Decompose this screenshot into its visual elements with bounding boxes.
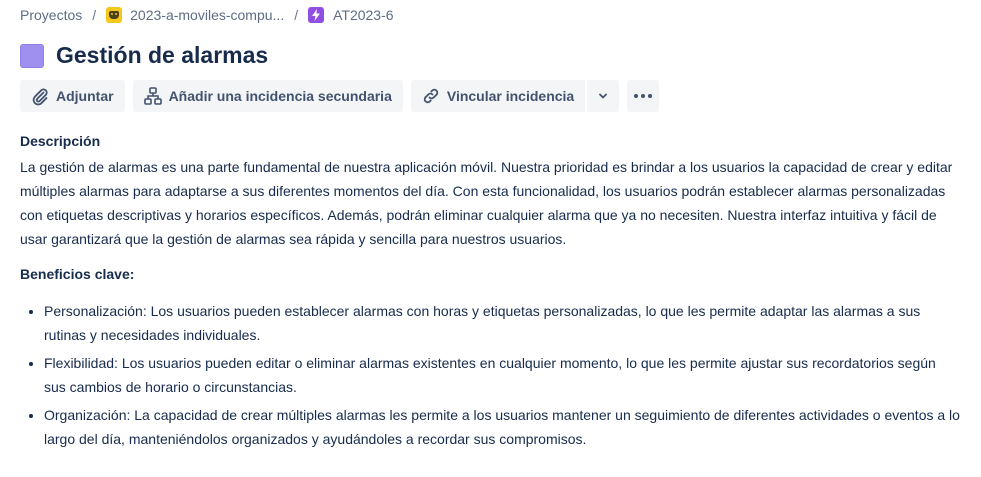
issue-header: Gestión de alarmas [20, 42, 268, 69]
project-avatar-icon [106, 7, 123, 23]
link-issue-split-button: Vincular incidencia [410, 80, 620, 112]
list-item: Personalización: Los usuarios pueden est… [44, 299, 960, 347]
page-title[interactable]: Gestión de alarmas [56, 42, 268, 69]
link-issue-label: Vincular incidencia [446, 88, 575, 104]
more-horizontal-icon [634, 94, 653, 98]
breadcrumb: Proyectos / 2023-a-moviles-compu... / AT… [20, 4, 394, 26]
benefits-list: Personalización: Los usuarios pueden est… [20, 299, 960, 455]
breadcrumb-issue-key[interactable]: AT2023-6 [333, 7, 393, 23]
issue-toolbar: Adjuntar Añadir una incidencia secundari… [20, 80, 660, 112]
issue-type-swatch [20, 43, 44, 68]
description-text[interactable]: La gestión de alarmas es una parte funda… [20, 155, 960, 251]
attach-button[interactable]: Adjuntar [20, 80, 125, 112]
hierarchy-icon [143, 87, 162, 105]
lightning-icon [308, 7, 325, 23]
attach-label: Adjuntar [56, 88, 114, 104]
link-issue-dropdown-button[interactable] [587, 80, 620, 112]
chevron-down-icon [599, 93, 608, 99]
benefits-title: Beneficios clave: [20, 266, 135, 282]
link-issue-button[interactable]: Vincular incidencia [410, 80, 586, 112]
add-child-issue-label: Añadir una incidencia secundaria [168, 88, 392, 104]
breadcrumb-project[interactable]: 2023-a-moviles-compu... [130, 7, 284, 23]
breadcrumb-projects[interactable]: Proyectos [20, 7, 82, 23]
breadcrumb-separator: / [294, 7, 299, 23]
list-item: Flexibilidad: Los usuarios pueden editar… [44, 351, 960, 399]
description-label: Descripción [20, 133, 101, 149]
add-child-issue-button[interactable]: Añadir una incidencia secundaria [132, 80, 403, 112]
link-icon [423, 88, 439, 104]
more-actions-button[interactable] [627, 80, 660, 112]
breadcrumb-separator: / [92, 7, 97, 23]
paperclip-icon [32, 88, 48, 106]
list-item: Organización: La capacidad de crear múlt… [44, 403, 960, 451]
